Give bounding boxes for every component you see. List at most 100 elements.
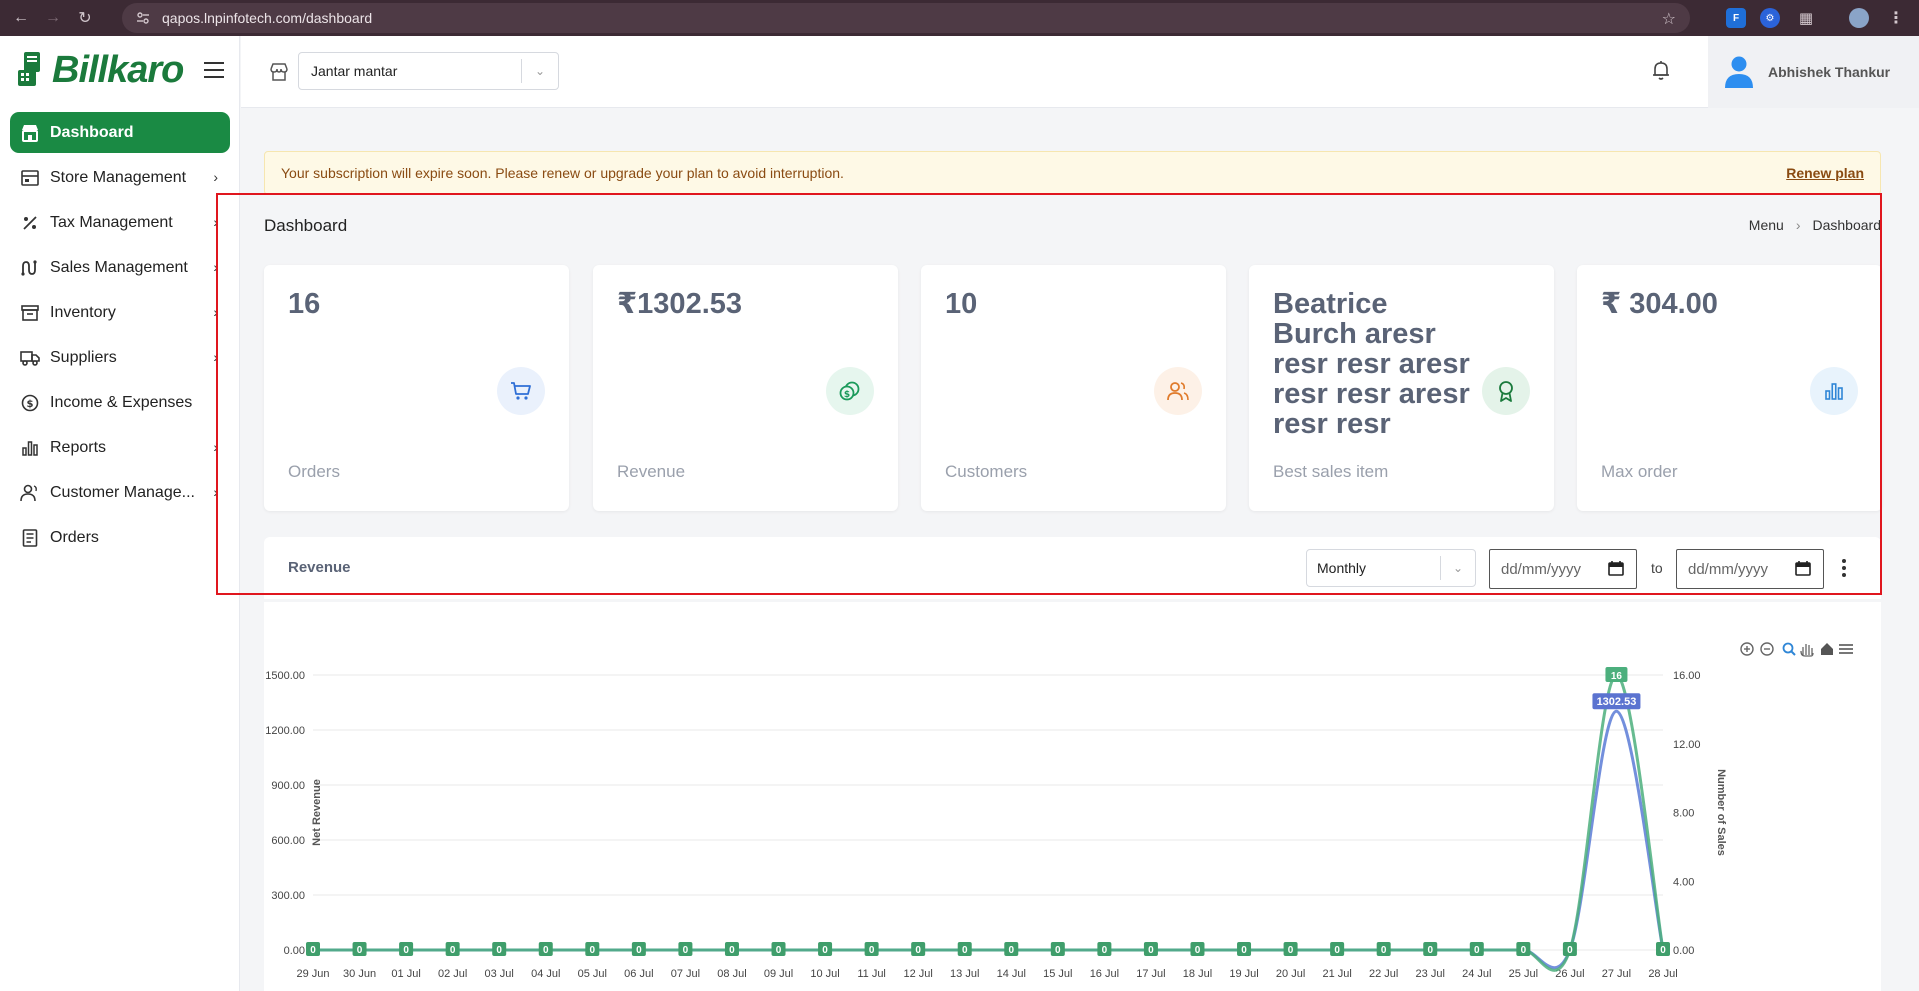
- stat-label: Revenue: [617, 462, 686, 481]
- cart-icon: [497, 367, 545, 415]
- data-label: 0: [1102, 945, 1108, 956]
- user-menu[interactable]: Abhishek Thankur: [1708, 36, 1919, 108]
- data-label: 0: [1660, 945, 1666, 956]
- x-tick-label: 10 Jul: [810, 968, 839, 980]
- sidebar-item-inventory[interactable]: Inventory ›: [10, 292, 230, 333]
- back-icon[interactable]: ←: [10, 7, 32, 29]
- data-label: 0: [729, 945, 735, 956]
- x-tick-label: 27 Jul: [1602, 968, 1631, 980]
- x-tick-label: 19 Jul: [1229, 968, 1258, 980]
- extensions-puzzle-icon[interactable]: ▦: [1796, 8, 1816, 28]
- sidebar-item-income-expenses[interactable]: $ Income & Expenses: [10, 382, 230, 423]
- data-label: 0: [496, 945, 502, 956]
- data-label: 0: [310, 945, 316, 956]
- sidebar-item-sales-management[interactable]: Sales Management ›: [10, 247, 230, 288]
- sales-series-line: [313, 673, 1665, 972]
- sidebar-item-dashboard[interactable]: Dashboard: [10, 112, 230, 153]
- url-text: qapos.lnpinfotech.com/dashboard: [162, 10, 373, 26]
- logo-mark-icon: [18, 52, 40, 86]
- y2-tick-label: 16.00: [1673, 670, 1701, 682]
- forward-icon[interactable]: →: [42, 7, 64, 29]
- calendar-icon[interactable]: [1795, 560, 1811, 576]
- zoom-out-icon[interactable]: [1760, 642, 1774, 656]
- x-tick-label: 22 Jul: [1369, 968, 1398, 980]
- sidebar-item-label: Orders: [50, 528, 99, 546]
- stat-label: Customers: [945, 462, 1028, 481]
- data-label: 0: [1195, 945, 1201, 956]
- zoom-select-icon[interactable]: [1782, 642, 1796, 656]
- chevron-right-icon: ›: [213, 304, 218, 320]
- profile-icon[interactable]: [1849, 8, 1869, 28]
- app-logo[interactable]: Billkaro: [16, 48, 184, 92]
- svg-text:$: $: [844, 390, 850, 400]
- calendar-icon[interactable]: [1608, 560, 1624, 576]
- menu-icon[interactable]: [1839, 644, 1853, 654]
- data-label: 0: [636, 945, 642, 956]
- sidebar-item-suppliers[interactable]: Suppliers ›: [10, 337, 230, 378]
- svg-text:$: $: [27, 399, 34, 410]
- reset-home-icon[interactable]: [1821, 643, 1833, 655]
- store-select[interactable]: Jantar mantar ⌄: [298, 52, 559, 90]
- chevron-right-icon: ›: [213, 214, 218, 230]
- data-label: 0: [1381, 945, 1387, 956]
- date-to-input[interactable]: dd/mm/yyyy: [1676, 549, 1824, 589]
- top-header: Jantar mantar ⌄ Abhishek Thankur: [241, 36, 1919, 108]
- bookmark-star-icon[interactable]: ☆: [1662, 9, 1676, 29]
- stat-label: Max order: [1601, 462, 1678, 481]
- x-tick-label: 18 Jul: [1183, 968, 1212, 980]
- stat-label: Best sales item: [1273, 462, 1389, 481]
- x-tick-label: 04 Jul: [531, 968, 560, 980]
- stat-value: ₹1302.53: [617, 288, 743, 320]
- pan-icon[interactable]: [1800, 644, 1814, 657]
- sidebar-item-customer-management[interactable]: Customer Manage... ›: [10, 472, 230, 513]
- x-tick-label: 20 Jul: [1276, 968, 1305, 980]
- stat-card-best-sales-item: Beatrice Burch aresr resr resr aresr res…: [1249, 265, 1554, 511]
- y-tick-label: 900.00: [271, 780, 305, 792]
- sidebar-item-store-management[interactable]: Store Management ›: [10, 157, 230, 198]
- browser-menu-icon[interactable]: ⋮: [1886, 8, 1906, 28]
- revenue-chart: 0.00 300.00 600.00 900.00 1200.00 1500.00 0.0…: [265, 642, 1853, 980]
- data-label: 0: [822, 945, 828, 956]
- sidebar-menu: Dashboard Store Management › Tax Managem…: [10, 112, 230, 562]
- y2-tick-label: 4.00: [1673, 876, 1694, 888]
- y-tick-label: 0.00: [284, 945, 305, 957]
- x-tick-label: 07 Jul: [671, 968, 700, 980]
- notification-bell-icon[interactable]: [1649, 58, 1673, 82]
- stat-card-orders: 16 Orders: [264, 265, 569, 511]
- x-tick-label: 13 Jul: [950, 968, 979, 980]
- sidebar-item-reports[interactable]: Reports ›: [10, 427, 230, 468]
- breadcrumb-menu[interactable]: Menu: [1749, 217, 1784, 233]
- stat-card-max-order: ₹ 304.00 Max order: [1577, 265, 1882, 511]
- zoom-in-icon[interactable]: [1740, 642, 1754, 656]
- data-label: 0: [1521, 945, 1527, 956]
- store-icon: [20, 123, 40, 143]
- stat-value: 10: [945, 288, 978, 320]
- site-info-icon[interactable]: [134, 9, 152, 27]
- sidebar-item-orders[interactable]: Orders: [10, 517, 230, 558]
- x-tick-label: 29 Jun: [296, 968, 329, 980]
- x-tick-label: 09 Jul: [764, 968, 793, 980]
- date-from-placeholder: dd/mm/yyyy: [1501, 560, 1582, 578]
- period-select-value: Monthly: [1317, 560, 1367, 576]
- x-tick-label: 05 Jul: [578, 968, 607, 980]
- extension-gear-icon[interactable]: ⚙: [1760, 8, 1780, 28]
- y2-tick-label: 8.00: [1673, 808, 1694, 820]
- sidebar-item-tax-management[interactable]: Tax Management ›: [10, 202, 230, 243]
- x-tick-label: 28 Jul: [1648, 968, 1677, 980]
- more-options-icon[interactable]: [1841, 559, 1847, 577]
- renew-plan-link[interactable]: Renew plan: [1786, 165, 1864, 181]
- data-label: 0: [869, 945, 875, 956]
- data-label: 0: [1427, 945, 1433, 956]
- menu-toggle-icon[interactable]: [204, 62, 224, 78]
- customers-icon: [1154, 367, 1202, 415]
- date-from-input[interactable]: dd/mm/yyyy: [1489, 549, 1637, 589]
- extension-icon[interactable]: F: [1726, 8, 1746, 28]
- x-tick-label: 02 Jul: [438, 968, 467, 980]
- reload-icon[interactable]: ↻: [74, 7, 96, 29]
- sidebar-item-label: Customer Manage...: [50, 483, 195, 501]
- address-bar[interactable]: qapos.lnpinfotech.com/dashboard ☆: [122, 3, 1690, 33]
- x-tick-label: 03 Jul: [485, 968, 514, 980]
- period-select[interactable]: Monthly ⌄: [1306, 549, 1476, 587]
- data-label: 0: [915, 945, 921, 956]
- breadcrumb: Menu › Dashboard: [1749, 217, 1881, 233]
